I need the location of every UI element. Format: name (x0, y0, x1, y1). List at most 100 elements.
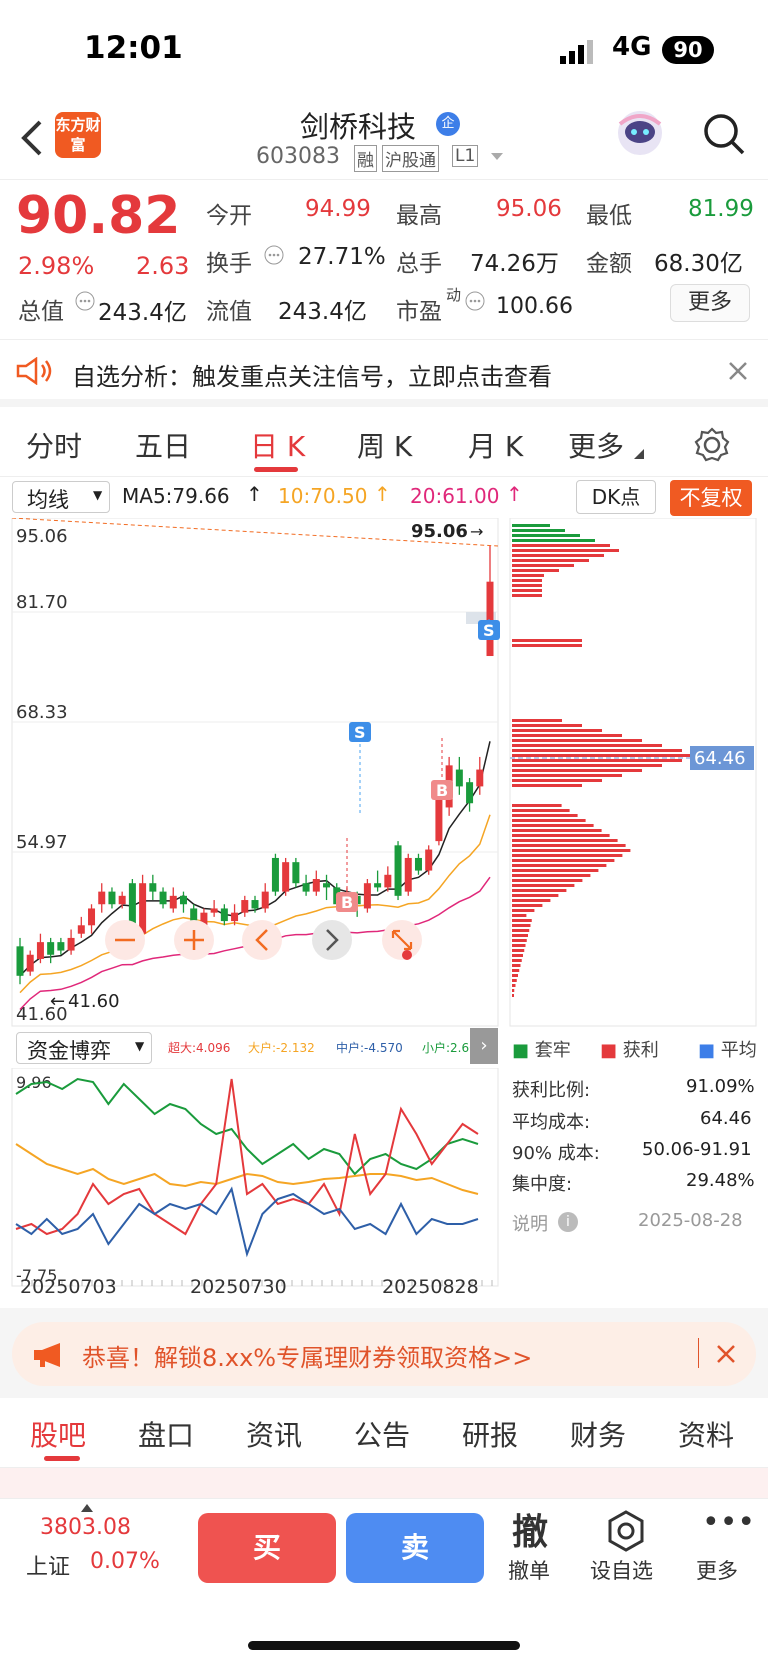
close-icon[interactable] (716, 1344, 736, 1364)
chip-bar (512, 804, 562, 807)
candle (88, 908, 96, 926)
cancel-order-button[interactable]: 撤单 (508, 1555, 550, 1585)
more-dots-icon[interactable]: ••• (702, 1505, 755, 1540)
cost90-value: 50.06-91.91 (642, 1139, 752, 1160)
chip-bar (512, 784, 582, 787)
dk-point-button[interactable]: DK点 (576, 480, 656, 514)
legend-avg: ■ 平均 (698, 1040, 757, 1061)
ma5-arrow: ↑ (246, 482, 263, 506)
low-label: 最低 (586, 203, 632, 229)
chip-bar (512, 834, 610, 837)
back-icon[interactable] (18, 118, 46, 158)
tab-intraday[interactable]: 分时 (26, 425, 82, 465)
fund-large: 大户:-2.132 (248, 1041, 315, 1055)
chip-note-link[interactable]: 说明 (512, 1210, 548, 1236)
settings-gear-icon[interactable] (694, 427, 730, 463)
fund-line (15, 1078, 479, 1236)
fund-panel: 资金博弈 ▼ 超大:4.096 大户:-2.132 中户:-4.570 小户:2.… (0, 1028, 768, 1308)
signal-icon (560, 40, 593, 64)
index-value[interactable]: 3803.08 (40, 1515, 131, 1540)
more-button[interactable]: 更多 (670, 284, 750, 322)
candle (455, 769, 463, 787)
buy-button[interactable]: 买 (198, 1513, 336, 1583)
feed-peek (0, 1468, 768, 1498)
svg-text:S: S (354, 723, 366, 742)
candle (77, 925, 85, 934)
chip-bar (512, 974, 518, 977)
chip-bar (512, 819, 586, 822)
add-favorite-button[interactable]: 设自选 (590, 1555, 653, 1585)
info-dots-icon[interactable] (263, 244, 285, 266)
stock-name: 剑桥科技 (300, 110, 417, 144)
tab-weekly[interactable]: 周 K (357, 425, 412, 465)
tab-more[interactable]: 更多 (568, 425, 624, 465)
chip-bar (512, 984, 516, 987)
tab-forum[interactable]: 股吧 (30, 1414, 86, 1454)
cancel-order-icon[interactable]: 撤 (512, 1503, 548, 1555)
candle (261, 891, 269, 909)
promo-banner[interactable]: 恭喜！解锁8.xx%专属理财券领取资格>> (12, 1322, 756, 1386)
float-label: 流值 (206, 299, 252, 325)
chip-bar (512, 539, 595, 542)
float-value: 243.4亿 (278, 299, 367, 325)
kline-chart[interactable]: 95.06 81.70 68.33 54.97 41.60 95.06 → ← … (0, 518, 768, 1028)
candle (149, 883, 157, 892)
tab-profile[interactable]: 资料 (678, 1414, 734, 1454)
chip-bar (512, 584, 542, 587)
info-icon[interactable]: i (558, 1212, 578, 1232)
chip-bar (512, 919, 532, 922)
chart-controls[interactable] (105, 920, 422, 960)
amount-label: 金额 (586, 251, 632, 277)
chip-bar (512, 864, 607, 867)
assistant-avatar-icon[interactable] (615, 108, 665, 158)
tab-announcements[interactable]: 公告 (354, 1414, 410, 1454)
axis-label-2: 81.70 (16, 592, 68, 613)
stock-code: 603083 (256, 144, 340, 169)
tab-research[interactable]: 研报 (462, 1414, 518, 1454)
chip-bar (512, 559, 589, 562)
search-icon[interactable] (702, 112, 746, 156)
expand-chevron-icon[interactable]: › (470, 1028, 498, 1064)
pe-sup: 动 (446, 286, 462, 304)
notice-bar[interactable]: 自选分析：触发重点关注信号，立即点击查看 (0, 341, 768, 407)
battery-icon: 90 (662, 36, 714, 64)
sell-button[interactable]: 卖 (346, 1513, 484, 1583)
tab-news[interactable]: 资讯 (246, 1414, 302, 1454)
fund-chart: 9.96 -7.75 (11, 1068, 499, 1287)
concentration-label: 集中度: (512, 1174, 573, 1195)
chip-bar (512, 959, 522, 962)
tab-five-day[interactable]: 五日 (135, 425, 191, 465)
candle (374, 883, 382, 888)
tab-orderbook[interactable]: 盘口 (138, 1414, 194, 1454)
caret-up-icon[interactable] (80, 1503, 94, 1513)
candle (57, 942, 65, 951)
candle (231, 912, 239, 922)
candle (36, 942, 44, 959)
info-dots-icon[interactable] (464, 290, 486, 312)
high-label: 最高 (396, 203, 442, 229)
tab-daily[interactable]: 日 K (250, 425, 305, 465)
tab-monthly[interactable]: 月 K (468, 425, 523, 465)
change-pct: 2.98% (18, 252, 95, 280)
info-dots-icon[interactable] (74, 290, 96, 312)
add-favorite-icon[interactable] (604, 1509, 648, 1553)
close-icon[interactable] (728, 361, 748, 381)
date-end: 20250828 (382, 1276, 479, 1298)
quote-panel: 90.82 2.98% 2.63 总值 243.4亿 今开 94.99 最高 9… (0, 180, 768, 340)
tab-finance[interactable]: 财务 (570, 1414, 626, 1454)
candle (271, 857, 279, 892)
no-adjust-button[interactable]: 不复权 (670, 480, 752, 516)
ma10-arrow: ↑ (374, 482, 391, 506)
dropdown-icon[interactable] (490, 152, 504, 162)
promo-section: 恭喜！解锁8.xx%专属理财券领取资格>> (0, 1308, 768, 1398)
chip-bar (512, 639, 582, 642)
chip-bar (512, 759, 682, 762)
svg-text:B: B (436, 781, 448, 800)
amount-value: 68.30亿 (654, 251, 743, 277)
chip-bar (512, 754, 702, 757)
more-menu-button[interactable]: 更多 (696, 1555, 738, 1585)
indicator-select[interactable]: 均线 ▼ (12, 481, 110, 513)
pe-value: 100.66 (496, 294, 573, 319)
fund-indicator-select[interactable]: 资金博弈 ▼ (16, 1032, 152, 1064)
candle (220, 908, 228, 922)
